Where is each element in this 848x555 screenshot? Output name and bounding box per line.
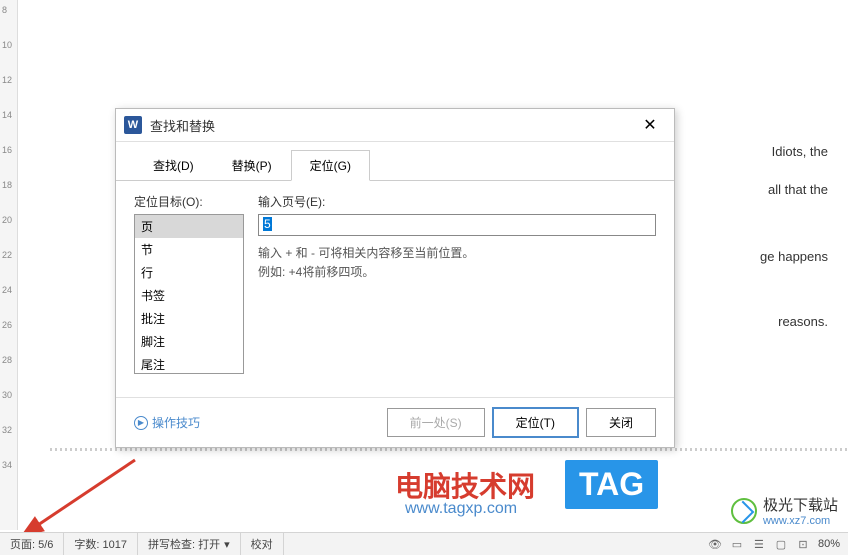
ruler-tick: 14 bbox=[2, 110, 12, 120]
dialog-titlebar[interactable]: W 查找和替换 ✕ bbox=[116, 109, 674, 142]
goto-target-list[interactable]: 页 节 行 书签 批注 脚注 尾注 域 bbox=[134, 214, 244, 374]
list-item[interactable]: 行 bbox=[135, 261, 243, 284]
ruler-tick: 26 bbox=[2, 320, 12, 330]
ruler-tick: 22 bbox=[2, 250, 12, 260]
list-item[interactable]: 节 bbox=[135, 238, 243, 261]
dialog-tabs: 查找(D) 替换(P) 定位(G) bbox=[116, 142, 674, 181]
eye-icon[interactable]: 👁 bbox=[708, 537, 722, 551]
watermark-logo: 极光下载站 www.xz7.com bbox=[731, 494, 838, 527]
list-item[interactable]: 脚注 bbox=[135, 330, 243, 353]
input-hint: 输入 + 和 - 可将相关内容移至当前位置。 例如: +4将前移四项。 bbox=[258, 244, 656, 282]
hint-line: 例如: +4将前移四项。 bbox=[258, 263, 656, 282]
tips-label: 操作技巧 bbox=[152, 414, 200, 431]
doc-text: Idiots, the bbox=[772, 140, 828, 163]
view-outline-icon[interactable]: ☰ bbox=[752, 537, 766, 551]
watermark-text: 电脑技术网 bbox=[395, 465, 535, 505]
ruler-tick: 10 bbox=[2, 40, 12, 50]
watermark-url: www.xz7.com bbox=[763, 515, 838, 527]
watermark-url: www.tagxp.com bbox=[405, 500, 517, 518]
zoom-fit-icon[interactable]: ⊡ bbox=[796, 537, 810, 551]
page-break-line bbox=[50, 448, 848, 451]
goto-target-label: 定位目标(O): bbox=[134, 193, 244, 210]
dialog-title: 查找和替换 bbox=[150, 116, 634, 135]
list-item[interactable]: 尾注 bbox=[135, 353, 243, 374]
app-icon: W bbox=[124, 116, 142, 134]
status-words[interactable]: 字数: 1017 bbox=[64, 533, 138, 555]
list-item[interactable]: 页 bbox=[135, 215, 243, 238]
status-bar: 页面: 5/6 字数: 1017 拼写检查: 打开▾ 校对 👁 ▭ ☰ ▢ ⊡ … bbox=[0, 532, 848, 555]
ruler-tick: 30 bbox=[2, 390, 12, 400]
zoom-level[interactable]: 80% bbox=[818, 538, 840, 550]
ruler-tick: 20 bbox=[2, 215, 12, 225]
dialog-body: 定位目标(O): 页 节 行 书签 批注 脚注 尾注 域 输入页号(E): 5 … bbox=[116, 181, 674, 386]
chevron-down-icon: ▾ bbox=[224, 538, 230, 551]
watermark-tag: TAG bbox=[565, 460, 658, 509]
ruler-tick: 28 bbox=[2, 355, 12, 365]
status-page[interactable]: 页面: 5/6 bbox=[0, 533, 64, 555]
ruler-tick: 32 bbox=[2, 425, 12, 435]
dialog-footer: ▶ 操作技巧 前一处(S) 定位(T) 关闭 bbox=[116, 397, 674, 447]
view-page-icon[interactable]: ▭ bbox=[730, 537, 744, 551]
close-icon[interactable]: ✕ bbox=[634, 115, 666, 135]
tab-goto[interactable]: 定位(G) bbox=[291, 150, 370, 181]
page-number-label: 输入页号(E): bbox=[258, 193, 656, 210]
status-proof[interactable]: 校对 bbox=[241, 533, 284, 555]
logo-icon bbox=[731, 498, 757, 524]
hint-line: 输入 + 和 - 可将相关内容移至当前位置。 bbox=[258, 244, 656, 263]
close-button[interactable]: 关闭 bbox=[586, 408, 656, 437]
status-spellcheck[interactable]: 拼写检查: 打开▾ bbox=[138, 533, 241, 555]
annotation-arrow bbox=[20, 455, 140, 535]
doc-text: ge happens bbox=[760, 245, 828, 268]
ruler-tick: 12 bbox=[2, 75, 12, 85]
input-value: 5 bbox=[263, 217, 272, 231]
view-web-icon[interactable]: ▢ bbox=[774, 537, 788, 551]
prev-button[interactable]: 前一处(S) bbox=[387, 408, 485, 437]
ruler-tick: 18 bbox=[2, 180, 12, 190]
list-item[interactable]: 批注 bbox=[135, 307, 243, 330]
ruler-tick: 8 bbox=[2, 5, 7, 15]
play-icon: ▶ bbox=[134, 416, 148, 430]
doc-text: all that the bbox=[768, 178, 828, 201]
ruler-tick: 16 bbox=[2, 145, 12, 155]
vertical-ruler: 8 10 12 14 16 18 20 22 24 26 28 30 32 34 bbox=[0, 0, 18, 530]
ruler-tick: 34 bbox=[2, 460, 12, 470]
tag-badge: TAG bbox=[565, 460, 658, 509]
page-number-input[interactable]: 5 bbox=[258, 214, 656, 236]
ruler-tick: 24 bbox=[2, 285, 12, 295]
find-replace-dialog: W 查找和替换 ✕ 查找(D) 替换(P) 定位(G) 定位目标(O): 页 节… bbox=[115, 108, 675, 448]
goto-button[interactable]: 定位(T) bbox=[493, 408, 578, 437]
tab-find[interactable]: 查找(D) bbox=[134, 150, 213, 181]
tips-link[interactable]: ▶ 操作技巧 bbox=[134, 414, 200, 431]
watermark-text: 极光下载站 bbox=[763, 494, 838, 515]
tab-replace[interactable]: 替换(P) bbox=[213, 150, 291, 181]
doc-text: reasons. bbox=[778, 310, 828, 333]
list-item[interactable]: 书签 bbox=[135, 284, 243, 307]
